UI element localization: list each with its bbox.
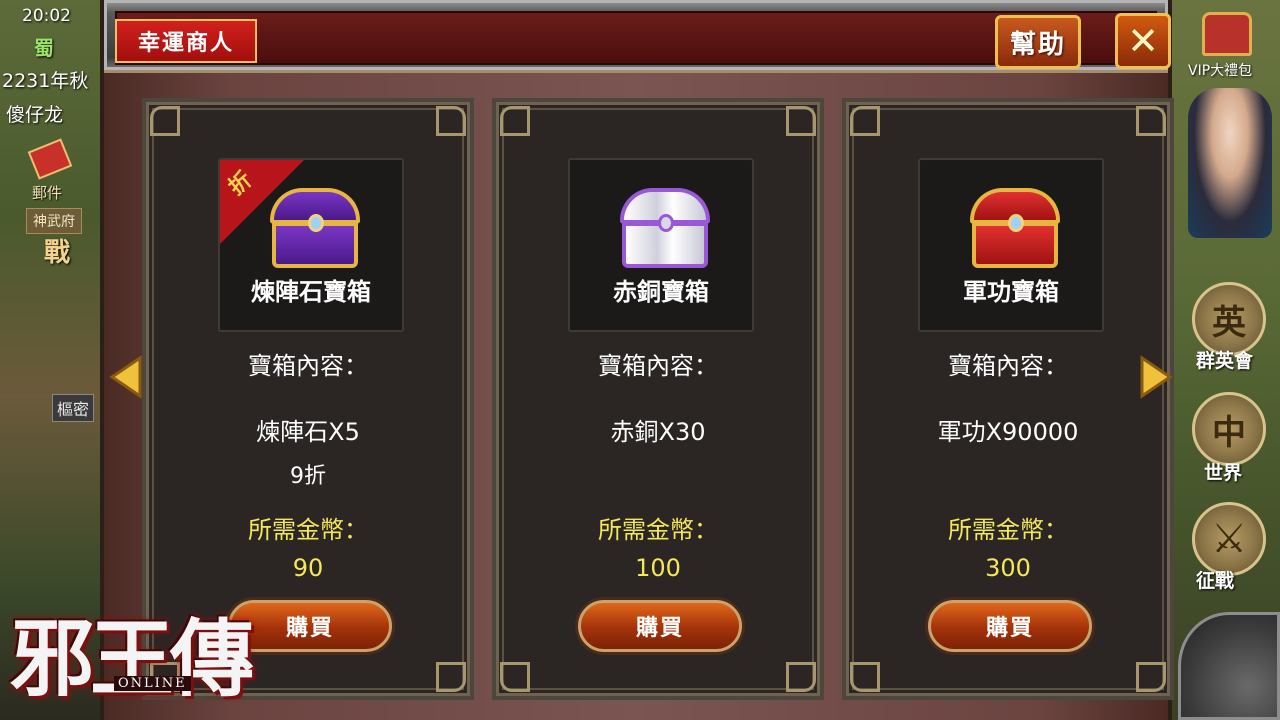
required-gold-value: 100 bbox=[635, 554, 681, 582]
heroes-icon[interactable]: 英 bbox=[1192, 282, 1266, 356]
corner-ornament bbox=[1136, 106, 1166, 136]
help-button[interactable]: 幫助 bbox=[995, 15, 1081, 69]
battle-label: 征戰 bbox=[1196, 570, 1235, 592]
next-page-arrow[interactable] bbox=[1138, 354, 1174, 400]
chest-contents-value: 煉陣石X5 bbox=[256, 418, 360, 446]
arrow-left-icon bbox=[109, 355, 142, 399]
game-year: 2231年秋 bbox=[2, 70, 89, 92]
required-gold-label: 所需金幣： bbox=[598, 516, 718, 544]
required-gold-value: 300 bbox=[985, 554, 1031, 582]
item-name: 煉陣石寶箱 bbox=[251, 278, 371, 306]
close-icon: ✕ bbox=[1127, 19, 1159, 63]
mail-label: 郵件 bbox=[32, 184, 63, 202]
required-gold-label: 所需金幣： bbox=[248, 516, 368, 544]
mail-button[interactable]: 郵件 bbox=[18, 138, 80, 210]
chest-contents-label: 寶箱內容： bbox=[598, 352, 718, 380]
buy-button[interactable]: 購買 bbox=[928, 600, 1092, 652]
close-button[interactable]: ✕ bbox=[1115, 13, 1171, 69]
chest-card-military-merit: 軍功寶箱 寶箱內容： 軍功X90000 所需金幣： 300 購買 bbox=[842, 98, 1174, 700]
required-gold-label: 所需金幣： bbox=[948, 516, 1068, 544]
chest-contents-value: 赤銅X30 bbox=[610, 418, 706, 446]
chest-contents-label: 寶箱內容： bbox=[948, 352, 1068, 380]
red-chest-icon bbox=[970, 188, 1060, 272]
corner-ornament bbox=[436, 662, 466, 692]
hero-portrait[interactable] bbox=[1188, 88, 1272, 238]
mail-icon bbox=[27, 138, 73, 180]
shenwu-mansion-button[interactable]: 神武府 bbox=[26, 208, 82, 234]
war-label: 戰 bbox=[44, 238, 71, 268]
corner-ornament bbox=[436, 106, 466, 136]
corner-ornament bbox=[1136, 662, 1166, 692]
crossed-swords-icon[interactable]: ⚔ bbox=[1192, 502, 1266, 576]
joystick-button[interactable] bbox=[1178, 612, 1280, 720]
game-logo: 邪王傳 ONLINE bbox=[10, 592, 280, 712]
item-name: 軍功寶箱 bbox=[963, 278, 1059, 306]
corner-ornament bbox=[500, 662, 530, 692]
dialog-title: 幸運商人 bbox=[115, 19, 257, 63]
corner-ornament bbox=[850, 662, 880, 692]
vip-chest-icon bbox=[1202, 12, 1252, 56]
player-name: 傻仔龙 bbox=[6, 104, 64, 126]
chest-contents-label: 寶箱內容： bbox=[248, 352, 368, 380]
corner-ornament bbox=[786, 106, 816, 136]
purple-chest-icon bbox=[270, 188, 360, 272]
corner-ornament bbox=[850, 106, 880, 136]
world-label: 世界 bbox=[1204, 462, 1243, 484]
logo-subtitle: ONLINE bbox=[114, 676, 191, 691]
item-name: 赤銅寶箱 bbox=[613, 278, 709, 306]
buy-button[interactable]: 購買 bbox=[578, 600, 742, 652]
world-icon[interactable]: 中 bbox=[1192, 392, 1266, 466]
chest-contents-value: 軍功X90000 bbox=[937, 418, 1079, 446]
corner-ornament bbox=[786, 662, 816, 692]
dialog-titlebar: 幸運商人 幫助 ✕ bbox=[104, 0, 1171, 70]
privy-council-button[interactable]: 樞密 bbox=[52, 394, 95, 422]
vip-gift-label: VIP大禮包 bbox=[1188, 63, 1253, 79]
previous-page-arrow[interactable] bbox=[108, 354, 144, 400]
required-gold-value: 90 bbox=[292, 554, 324, 582]
clock-time: 20:02 bbox=[22, 6, 71, 26]
logo-title: 邪王傳 bbox=[10, 609, 254, 708]
item-slot[interactable]: 軍功寶箱 bbox=[918, 158, 1104, 332]
chest-card-red-copper: 赤銅寶箱 寶箱內容： 赤銅X30 所需金幣： 100 購買 bbox=[492, 98, 824, 700]
arrow-right-icon bbox=[1140, 355, 1173, 399]
silver-chest-icon bbox=[620, 188, 710, 272]
discount-value: 9折 bbox=[290, 464, 326, 489]
corner-ornament bbox=[500, 106, 530, 136]
vip-gift-button[interactable]: VIP大禮包 bbox=[1184, 8, 1274, 79]
item-slot[interactable]: 折 煉陣石寶箱 bbox=[218, 158, 404, 332]
heroes-label: 群英會 bbox=[1196, 350, 1254, 372]
corner-ornament bbox=[150, 106, 180, 136]
item-slot[interactable]: 赤銅寶箱 bbox=[568, 158, 754, 332]
kingdom-name: 蜀 bbox=[34, 36, 54, 60]
